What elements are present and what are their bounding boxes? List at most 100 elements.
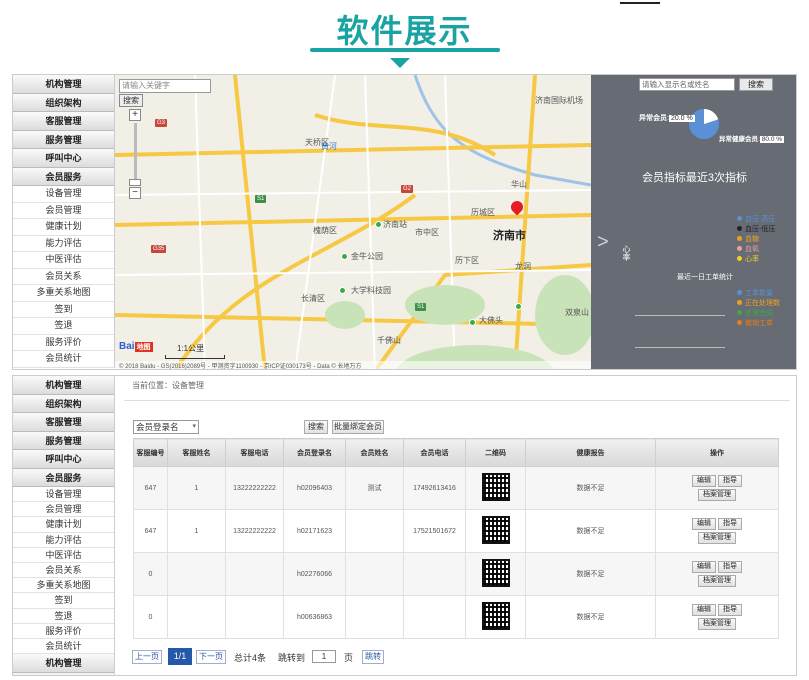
sidebar-item[interactable]: 会员统计: [13, 351, 114, 368]
column-header[interactable]: 操作: [655, 438, 779, 467]
sidebar-item[interactable]: 服务评价: [13, 623, 114, 639]
table-body: 647 1 13222222222 h02096403 测试 17492613416 数据不…: [133, 466, 779, 639]
guide-button[interactable]: 指导: [718, 518, 742, 530]
qr-code-icon[interactable]: [481, 473, 510, 501]
zoom-out-button[interactable]: −: [129, 187, 141, 199]
sidebar-item[interactable]: 设备管理: [13, 487, 114, 503]
sidebar-item[interactable]: 设备管理: [13, 186, 114, 203]
qr-code-icon[interactable]: [481, 559, 510, 587]
go-page-button[interactable]: 跳转: [362, 650, 384, 664]
poi-icon[interactable]: [515, 303, 522, 310]
guide-button[interactable]: 指导: [718, 475, 742, 487]
next-page-button[interactable]: 下一页: [196, 650, 226, 664]
edit-button[interactable]: 编辑: [692, 475, 716, 487]
sidebar-group[interactable]: 服务管理: [13, 130, 114, 149]
column-header[interactable]: 客服电话: [225, 438, 284, 467]
poi-icon[interactable]: [375, 221, 382, 228]
sidebar-item[interactable]: 中医评估: [13, 252, 114, 269]
edit-button[interactable]: 编辑: [692, 518, 716, 530]
column-header[interactable]: 会员登录名: [283, 438, 346, 467]
archive-button[interactable]: 档案管理: [698, 618, 736, 630]
column-header[interactable]: 健康报告: [525, 438, 656, 467]
map-search-input[interactable]: 请输入关键字: [119, 79, 211, 93]
prev-page-button[interactable]: 上一页: [132, 650, 162, 664]
sidebar-item[interactable]: 签退: [13, 608, 114, 624]
search-button[interactable]: 搜索: [304, 420, 328, 434]
sidebar-item[interactable]: 服务评价: [13, 334, 114, 351]
dashboard-search-input[interactable]: 请输入显示名或姓名: [639, 78, 735, 91]
sidebar-group[interactable]: 呼叫中心: [13, 450, 114, 469]
sidebar-item[interactable]: 多重关系地图: [13, 285, 114, 302]
dashboard-heading: 会员指标最近3次指标: [641, 172, 748, 184]
sidebar-item[interactable]: 中医评估: [13, 547, 114, 563]
chevron-down-icon: ▾: [192, 423, 196, 430]
sidebar-group[interactable]: 会员服务: [13, 167, 114, 186]
edit-button[interactable]: 编辑: [692, 604, 716, 616]
table-row[interactable]: 647 1 13222222222 h02096403 测试 17492613416 数据不…: [133, 466, 779, 510]
table-cell-phone: [403, 552, 466, 596]
table-row[interactable]: 0 h02276066 数据不足 编辑 指导 档案管理: [133, 552, 779, 596]
sidebar-group[interactable]: 机构管理: [13, 376, 114, 395]
qr-code-icon[interactable]: [481, 602, 510, 630]
poi-icon[interactable]: [469, 319, 476, 326]
sidebar-item[interactable]: 签到: [13, 301, 114, 318]
map-roads: [115, 75, 591, 369]
zoom-track[interactable]: [134, 123, 137, 185]
guide-button[interactable]: 指导: [718, 561, 742, 573]
device-table: 客服编号 客服姓名 客服电话 会员登录名 会员姓名 会员电话 二维码 健康报告 操作 647 1 1…: [133, 438, 779, 639]
map-label: 华山: [511, 180, 527, 189]
dashboard-search-button[interactable]: 搜索: [739, 78, 773, 91]
sidebar-item[interactable]: 健康计划: [13, 219, 114, 236]
sidebar-item[interactable]: 会员管理: [13, 502, 114, 518]
table-cell-phone: [403, 595, 466, 639]
edit-button[interactable]: 编辑: [692, 561, 716, 573]
sidebar-item[interactable]: 会员关系: [13, 562, 114, 579]
filter-field-select[interactable]: 会员登录名 ▾: [133, 420, 199, 434]
map-search-button[interactable]: 搜索: [119, 94, 143, 107]
device-management-content: 当前位置：设备管理 会员登录名 ▾ 搜索 批量绑定会员 客服编号 客服姓名 客服电话会…: [116, 376, 796, 675]
column-header[interactable]: 会员姓名: [345, 438, 404, 467]
sidebar-item[interactable]: 签退: [13, 318, 114, 335]
column-header[interactable]: 客服姓名: [167, 438, 226, 467]
pie-label-a-value: 20.0 %: [668, 115, 695, 122]
sidebar-item[interactable]: 会员统计: [13, 638, 114, 655]
zoom-slider-handle[interactable]: [129, 179, 141, 186]
sidebar-item[interactable]: 多重关系地图: [13, 578, 114, 594]
sidebar-group[interactable]: 机构管理: [13, 654, 114, 673]
column-header[interactable]: 客服编号: [133, 438, 168, 467]
map-view[interactable]: 请输入关键字 搜索 + − 天桥区 历城区 历下区 市中区 槐荫区 长清区 济南…: [115, 75, 591, 369]
sidebar-item[interactable]: 健康计划: [13, 517, 114, 533]
sidebar-group[interactable]: 客服管理: [13, 413, 114, 432]
poi-icon[interactable]: [339, 287, 346, 294]
sidebar-item[interactable]: 能力评估: [13, 235, 114, 252]
archive-button[interactable]: 档案管理: [698, 575, 736, 587]
table-row[interactable]: 0 h00636863 数据不足 编辑 指导 档案管理: [133, 595, 779, 639]
chevron-right-icon[interactable]: >: [597, 231, 609, 254]
bulk-bind-member-button[interactable]: 批量绑定会员: [332, 420, 384, 434]
zoom-in-button[interactable]: +: [129, 109, 141, 121]
table-cell-qr: [465, 466, 526, 510]
map-label: 千佛山: [377, 336, 401, 345]
sidebar-item[interactable]: 能力评估: [13, 532, 114, 548]
table-row[interactable]: 647 1 13222222222 h02171623 17521501672 数据不足编…: [133, 509, 779, 553]
qr-code-icon[interactable]: [481, 516, 510, 544]
sidebar-item[interactable]: 会员关系: [13, 268, 114, 285]
map-dashboard-panel: 机构管理 组织架构 客服管理 服务管理 呼叫中心 会员服务 设备管理 会员管理 健康计划 能力评估…: [12, 74, 797, 370]
poi-icon[interactable]: [341, 253, 348, 260]
archive-button[interactable]: 档案管理: [698, 489, 736, 501]
sidebar-item[interactable]: 签到: [13, 593, 114, 609]
sidebar-item[interactable]: 会员管理: [13, 202, 114, 219]
sidebar-group[interactable]: 呼叫中心: [13, 149, 114, 168]
sidebar-group[interactable]: 机构管理: [13, 75, 114, 94]
guide-button[interactable]: 指导: [718, 604, 742, 616]
column-header[interactable]: 二维码: [465, 438, 526, 467]
map-zoom-control[interactable]: + −: [129, 109, 141, 199]
sidebar-group[interactable]: 组织架构: [13, 394, 114, 413]
sidebar-group[interactable]: 会员服务: [13, 468, 114, 487]
column-header[interactable]: 会员电话: [403, 438, 466, 467]
sidebar-group[interactable]: 组织架构: [13, 93, 114, 112]
page-number-input[interactable]: 1: [312, 650, 336, 663]
sidebar-group[interactable]: 服务管理: [13, 431, 114, 450]
archive-button[interactable]: 档案管理: [698, 532, 736, 544]
sidebar-group[interactable]: 客服管理: [13, 112, 114, 131]
